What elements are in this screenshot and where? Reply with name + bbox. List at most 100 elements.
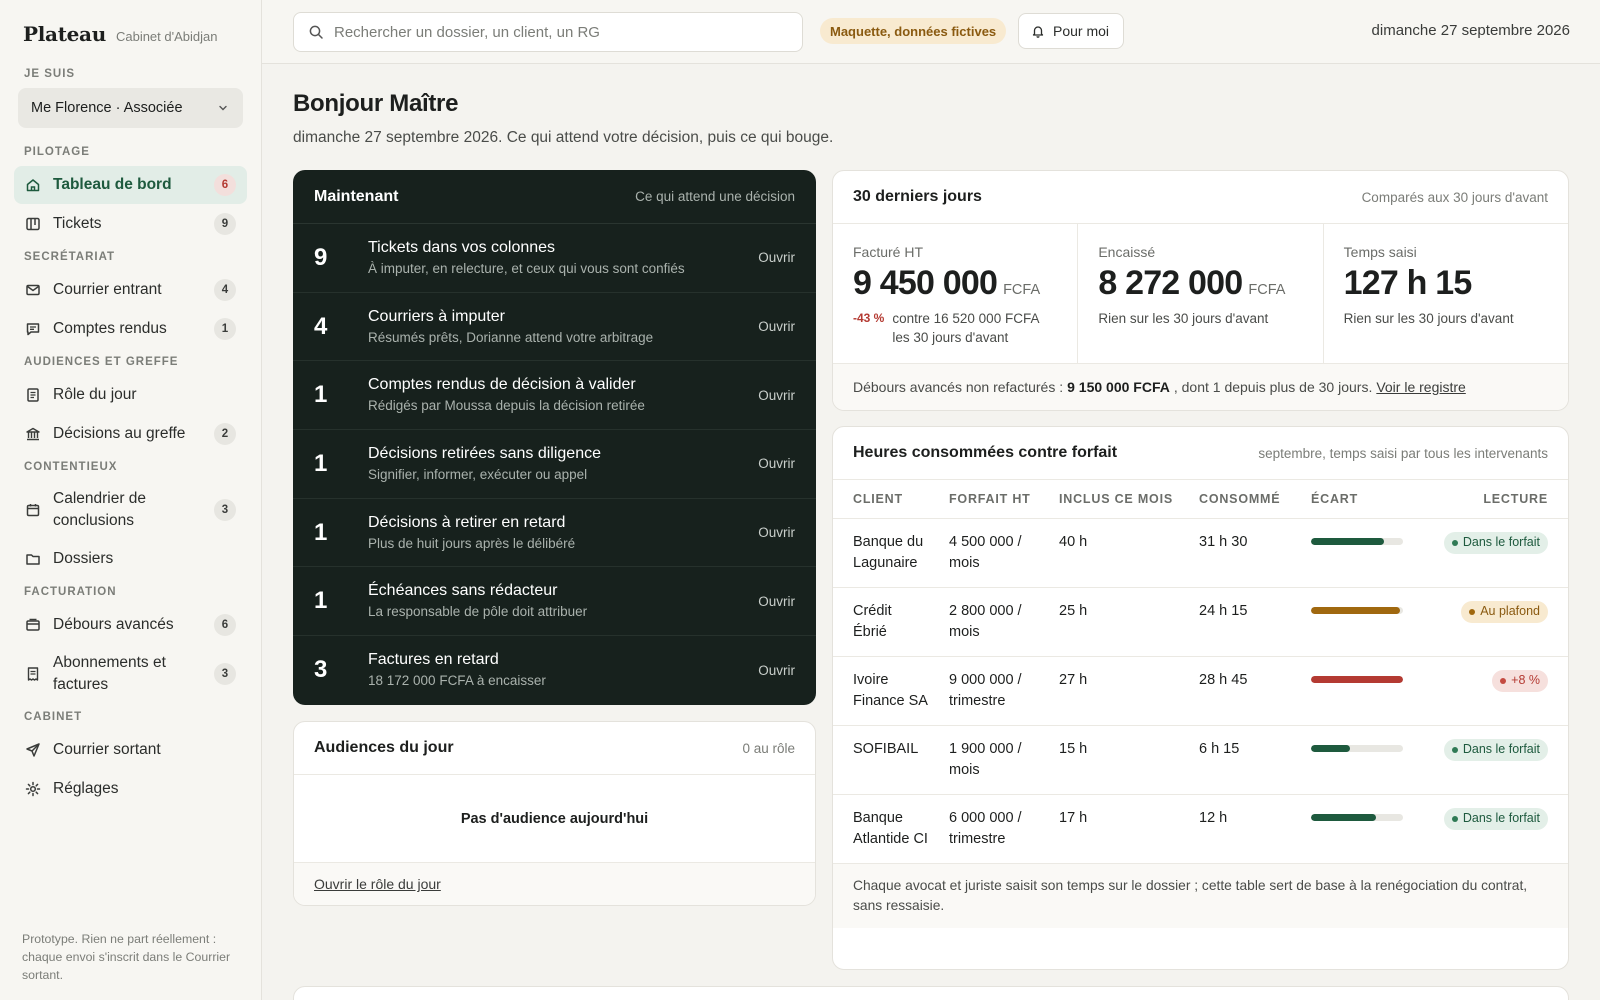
sidebar-item-courrier-entrant[interactable]: Courrier entrant 4 [14,271,247,309]
now-item[interactable]: 4 Courriers à imputer Résumés prêts, Dor… [293,293,816,362]
sidebar-item-role-du-jour[interactable]: Rôle du jour [14,376,247,414]
audiences-card-header: Audiences du jour 0 au rôle [294,722,815,775]
open-button[interactable]: Ouvrir [758,388,795,403]
audiences-empty-state: Pas d'audience aujourd'hui [294,775,815,863]
search-input[interactable] [334,23,802,41]
open-button[interactable]: Ouvrir [758,525,795,540]
usage-bar [1311,675,1403,683]
open-button[interactable]: Ouvrir [758,663,795,678]
search-icon [308,24,324,40]
status-dot [1451,746,1458,753]
open-button[interactable]: Ouvrir [758,319,795,334]
view-register-link[interactable]: Voir le registre [1376,379,1465,395]
sidebar-item-comptes-rendus[interactable]: Comptes rendus 1 [14,310,247,348]
sidebar-item-abonnements-et-factures[interactable]: Abonnements et factures 3 [14,645,247,703]
sidebar-item-label: Abonnements et factures [53,654,166,693]
sidebar: Plateau Cabinet d'Abidjan JE SUIS Me Flo… [0,0,262,1000]
sidebar-item-label: Dossiers [53,550,114,567]
sidebar-item-decisions-au-greffe[interactable]: Décisions au greffe 2 [14,415,247,453]
kpi-temps: Temps saisi 127 h 15 Rien sur les 30 jou… [1324,224,1568,363]
chevron-down-icon [217,102,229,114]
sidebar-item-calendrier-de-conclusions[interactable]: Calendrier de conclusions 3 [14,481,247,539]
count-badge: 2 [214,423,236,445]
open-button[interactable]: Ouvrir [758,594,795,609]
table-row[interactable]: Banque Atlantide CI 6 000 000 / trimestr… [833,794,1568,864]
now-item[interactable]: 1 Échéances sans rédacteur La responsabl… [293,567,816,637]
page-subtitle: dimanche 27 septembre 2026. Ce qui atten… [293,129,834,146]
now-item-count: 1 [314,518,328,546]
kpi-facture-unit: FCFA [1003,282,1041,298]
status-label: Dans le forfait [1462,742,1540,756]
kpi-facture-compare: -43 % contre 16 520 000 FCFA les 30 jour… [853,309,1057,347]
now-card-title: Maintenant [314,187,399,205]
count-badge: 1 [214,318,236,340]
cell-inclus: 27 h [1039,656,1179,726]
hours-card-subtitle: septembre, temps saisi par tous les inte… [1258,445,1548,461]
now-item-text: Décisions retirées sans diligence Signif… [368,443,758,485]
sidebar-item-debours-avances[interactable]: Débours avancés 6 [14,606,247,644]
sidebar-item-courrier-sortant[interactable]: Courrier sortant [14,731,247,769]
status-label: +8 % [1511,673,1540,687]
status-label: Au plafond [1480,604,1540,618]
now-item[interactable]: 1 Décisions à retirer en retard Plus de … [293,499,816,568]
cell-forfait: 4 500 000 / mois [929,518,1039,588]
status-dot [1451,539,1458,546]
brand-subtitle: Cabinet d'Abidjan [115,29,218,44]
cell-ecart [1291,518,1411,588]
sidebar-item-label: Débours avancés [53,616,174,633]
cell-client: Banque Atlantide CI [833,794,929,864]
search-box[interactable] [293,12,803,52]
table-row[interactable]: Crédit Ébrié 2 800 000 / mois 25 h 24 h … [833,587,1568,657]
open-role-link[interactable]: Ouvrir le rôle du jour [314,876,441,892]
now-item-label: Tickets dans vos colonnes [368,238,556,256]
now-item-count: 1 [314,449,328,477]
pour-moi-button[interactable]: Pour moi [1018,13,1125,49]
open-button[interactable]: Ouvrir [758,456,795,471]
now-item[interactable]: 3 Factures en retard 18 172 000 FCFA à e… [293,636,816,705]
now-item[interactable]: 1 Décisions retirées sans diligence Sign… [293,430,816,499]
now-item[interactable]: 9 Tickets dans vos colonnes À imputer, e… [293,224,816,293]
cell-consomme: 12 h [1179,794,1291,864]
cell-forfait: 9 000 000 / trimestre [929,656,1039,726]
cell-inclus: 15 h [1039,725,1179,795]
sidebar-footer-note: Prototype. Rien ne part réellement : cha… [22,932,231,982]
kpi-encaisse-value-wrap: 8 272 000 FCFA [1098,264,1302,303]
audiences-card: Audiences du jour 0 au rôle Pas d'audien… [293,721,816,906]
pour-moi-label: Pour moi [1053,23,1110,39]
col-consomme: CONSOMMÉ [1179,480,1291,519]
sidebar-item-dossiers[interactable]: Dossiers [14,540,247,578]
kanban-icon [25,216,41,232]
table-row[interactable]: SOFIBAIL 1 900 000 / mois 15 h 6 h 15 Da… [833,725,1568,795]
nav-section-label: AUDIENCES ET GREFFE [24,356,179,368]
sidebar-item-reglages[interactable]: Réglages [14,770,247,808]
now-item-count: 1 [314,381,328,409]
cell-forfait: 1 900 000 / mois [929,725,1039,795]
table-row[interactable]: Banque du Lagunaire 4 500 000 / mois 40 … [833,518,1568,588]
open-button[interactable]: Ouvrir [758,250,795,265]
table-row[interactable]: Ivoire Finance SA 9 000 000 / trimestre … [833,656,1568,726]
role-select[interactable]: Me Florence · Associée [18,88,243,128]
count-badge: 3 [214,499,236,521]
page-title: Bonjour Maître [293,90,459,117]
mail-icon [25,282,41,298]
now-item[interactable]: 1 Comptes rendus de décision à valider R… [293,361,816,431]
kpi-temps-label: Temps saisi [1343,244,1417,260]
kpi-card-title: 30 derniers jours [853,188,982,205]
usage-bar [1311,606,1403,614]
debours-summary-post: , dont 1 depuis plus de 30 jours. [1173,379,1373,395]
nav-section-label: CABINET [24,711,83,723]
status-badge: +8 % [1492,669,1548,692]
col-client: CLIENT [833,480,929,519]
count-badge: 4 [214,279,236,301]
cell-inclus: 40 h [1039,518,1179,588]
kpi-row: Facturé HT 9 450 000 FCFA -43 % contre 1… [833,224,1568,364]
sidebar-item-tickets[interactable]: Tickets 9 [14,205,247,243]
cell-consomme: 31 h 30 [1179,518,1291,588]
brand: Plateau Cabinet d'Abidjan [14,22,247,46]
count-badge: 3 [214,663,236,685]
now-item-text: Comptes rendus de décision à valider Réd… [368,374,758,416]
cell-lecture: +8 % [1411,656,1568,726]
cell-lecture: Dans le forfait [1411,518,1568,588]
sidebar-item-tableau-de-bord[interactable]: Tableau de bord 6 [14,166,247,204]
status-dot [1500,677,1507,684]
